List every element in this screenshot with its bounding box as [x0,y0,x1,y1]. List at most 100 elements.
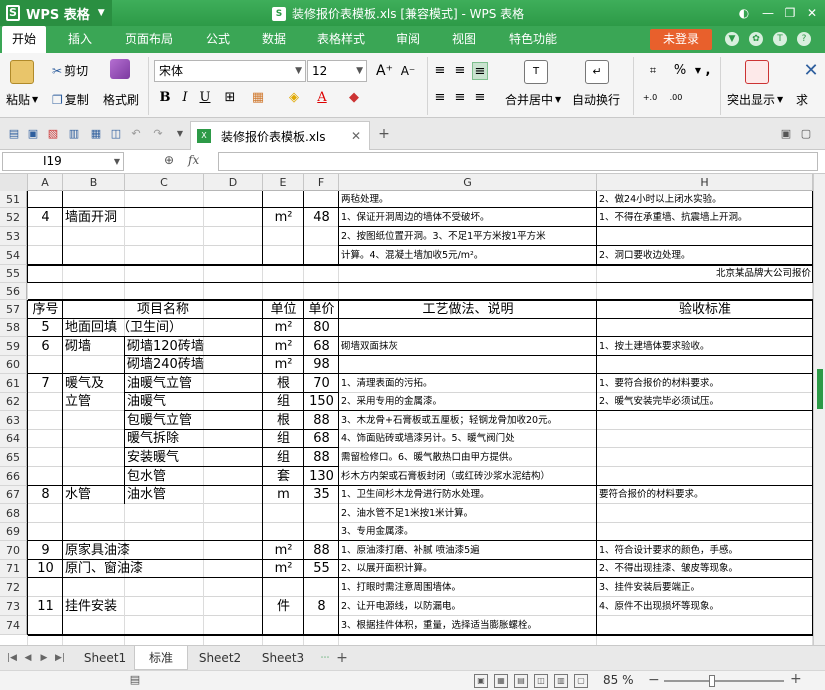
normal-view-icon[interactable]: ▦ [494,674,508,688]
cell-e57[interactable]: 单位 [265,300,302,319]
cell-g74[interactable]: 3、根据挂件体积，重量，选择适当膨胀螺栓。 [341,616,595,635]
row-header[interactable]: 52 [0,208,27,227]
vertical-scrollbar[interactable] [813,174,825,645]
row-header[interactable]: 65 [0,448,27,467]
tab-close-all-icon[interactable]: ▢ [798,126,814,142]
align-middle-icon[interactable]: ≡ [452,62,468,80]
cell-h59[interactable]: 1、按土建墙体要求验收。 [599,337,811,356]
cell-e64[interactable]: 组 [265,430,302,448]
zoom-slider[interactable] [664,680,784,682]
cell-h52[interactable]: 1、不得在承重墙、抗震墙上开洞。 [599,208,811,227]
cell-a52[interactable]: 4 [30,208,61,227]
cell-e66[interactable]: 套 [265,467,302,486]
cell-e52[interactable]: m² [265,208,302,227]
merge-center-button[interactable]: 合并居中 ▼ [505,91,561,108]
cell-g73[interactable]: 2、让开电源线，以防漏电。 [341,597,595,616]
row-header[interactable]: 58 [0,319,27,337]
cell-e61[interactable]: 根 [265,374,302,393]
redo-icon[interactable]: ↷ [150,126,166,142]
view-icon[interactable]: ▣ [474,674,488,688]
cell-h55[interactable]: 北京某品牌大公司报价 [599,265,811,283]
cell-h70[interactable]: 1、符合设计要求的颜色，手感。 [599,541,811,560]
tab-table-style[interactable]: 表格样式 [310,26,372,53]
increase-font-icon[interactable]: A⁺ [376,62,393,80]
cell-c66[interactable]: 包水管 [127,467,202,486]
cell-h61[interactable]: 1、要符合报价的材料要求。 [599,374,811,393]
first-sheet-icon[interactable]: |◀ [6,651,18,665]
reading-mode-icon[interactable]: ▥ [554,674,568,688]
select-all-corner[interactable] [0,174,28,191]
fx-icon[interactable]: fx [188,153,199,167]
align-left-icon[interactable]: ≡ [432,89,448,107]
cell-f60[interactable]: 98 [306,356,337,374]
cell-e70[interactable]: m² [265,541,302,560]
row-header[interactable]: 53 [0,227,27,246]
cell-c59[interactable]: 砌墙120砖墙 [127,337,204,356]
tab-view[interactable]: 视图 [442,26,486,53]
cell-h57[interactable]: 验收标准 [599,300,811,319]
col-header-a[interactable]: A [28,174,63,191]
cell-f62[interactable]: 150 [306,393,337,411]
underline-button[interactable]: U [197,89,213,107]
row-header[interactable]: 54 [0,246,27,265]
cell-f64[interactable]: 68 [306,430,337,448]
align-right-icon[interactable]: ≡ [472,89,488,107]
cell-f65[interactable]: 88 [306,448,337,467]
col-header-f[interactable]: F [304,174,339,191]
print-preview-icon[interactable]: ▦ [88,126,104,142]
sheet-tab-standard[interactable]: 标准 [134,646,188,670]
cell-b57[interactable]: 项目名称 [65,300,261,319]
cell-a58[interactable]: 5 [30,319,61,337]
macro-icon[interactable]: ▤ [128,674,142,688]
sheet-tab-sheet1[interactable]: Sheet1 [76,646,134,670]
cell-g65[interactable]: 需留检修口。6、暖气散热口由甲方提供。 [341,448,595,467]
cell-g68[interactable]: 2、油水管不足1米按1米计算。 [341,504,595,523]
col-header-g[interactable]: G [339,174,597,191]
cut-button[interactable]: ✂ 剪切 [52,62,88,79]
prev-sheet-icon[interactable]: ◀ [22,651,34,665]
row-header[interactable]: 60 [0,356,27,374]
cell-g62[interactable]: 2、采用专用的金属漆。 [341,393,595,411]
login-button[interactable]: 未登录 [650,29,712,50]
cell-b73[interactable]: 挂件安装 [65,597,123,616]
tab-review[interactable]: 审阅 [386,26,430,53]
tab-list-icon[interactable]: ▣ [778,126,794,142]
zoom-out-icon[interactable]: − [648,672,660,688]
cell-c67[interactable]: 油水管 [127,486,202,504]
cell-f58[interactable]: 80 [306,319,337,337]
cell-e73[interactable]: 件 [265,597,302,616]
tab-data[interactable]: 数据 [252,26,296,53]
clear-format-icon[interactable]: ◆ [346,89,362,107]
row-header[interactable]: 62 [0,393,27,411]
row-header[interactable]: 67 [0,486,27,504]
format-painter-button[interactable]: 格式刷 [103,91,139,108]
decrease-decimal-icon[interactable]: .00 [668,89,684,107]
border-icon[interactable]: ⊞ [222,89,238,107]
merge-center-icon[interactable]: T [524,60,548,84]
cell-h67[interactable]: 要符合报价的材料要求。 [599,486,811,504]
tab-page-layout[interactable]: 页面布局 [118,26,180,53]
cell-c60[interactable]: 砌墙240砖墙 [127,356,204,374]
preview-icon[interactable]: ◫ [108,126,124,142]
cell-a57[interactable]: 序号 [30,300,61,319]
cell-h62[interactable]: 2、暖气安装完毕必须试压。 [599,393,811,411]
cell-e67[interactable]: m [265,486,302,504]
cell-e65[interactable]: 组 [265,448,302,467]
cell-h73[interactable]: 4、原件不出现损坏等现象。 [599,597,811,616]
spreadsheet-grid[interactable]: A B C D E F G H 51 52 53 54 55 56 57 58 59 60 61 62… [0,174,813,645]
align-top-icon[interactable]: ≡ [432,62,448,80]
cell-e60[interactable]: m² [265,356,302,374]
zoom-level[interactable]: 85 % [603,673,634,687]
percent-button[interactable]: % [672,62,688,80]
tab-formulas[interactable]: 公式 [196,26,240,53]
cell-e62[interactable]: 组 [265,393,302,411]
row-header[interactable]: 61 [0,374,27,393]
cell-f71[interactable]: 55 [306,560,337,578]
open-folder-icon[interactable]: ▤ [6,126,22,142]
cell-b71[interactable]: 原门、窗油漆 [65,560,261,578]
cell-b59[interactable]: 砌墙 [65,337,123,356]
shirt-icon[interactable]: T [773,32,787,46]
page-layout-icon[interactable]: ▤ [514,674,528,688]
cell-g64[interactable]: 4、饰面贴砖或墙漆另计。5、暖气阀门处 [341,430,595,448]
font-color-icon[interactable]: A [314,89,330,107]
